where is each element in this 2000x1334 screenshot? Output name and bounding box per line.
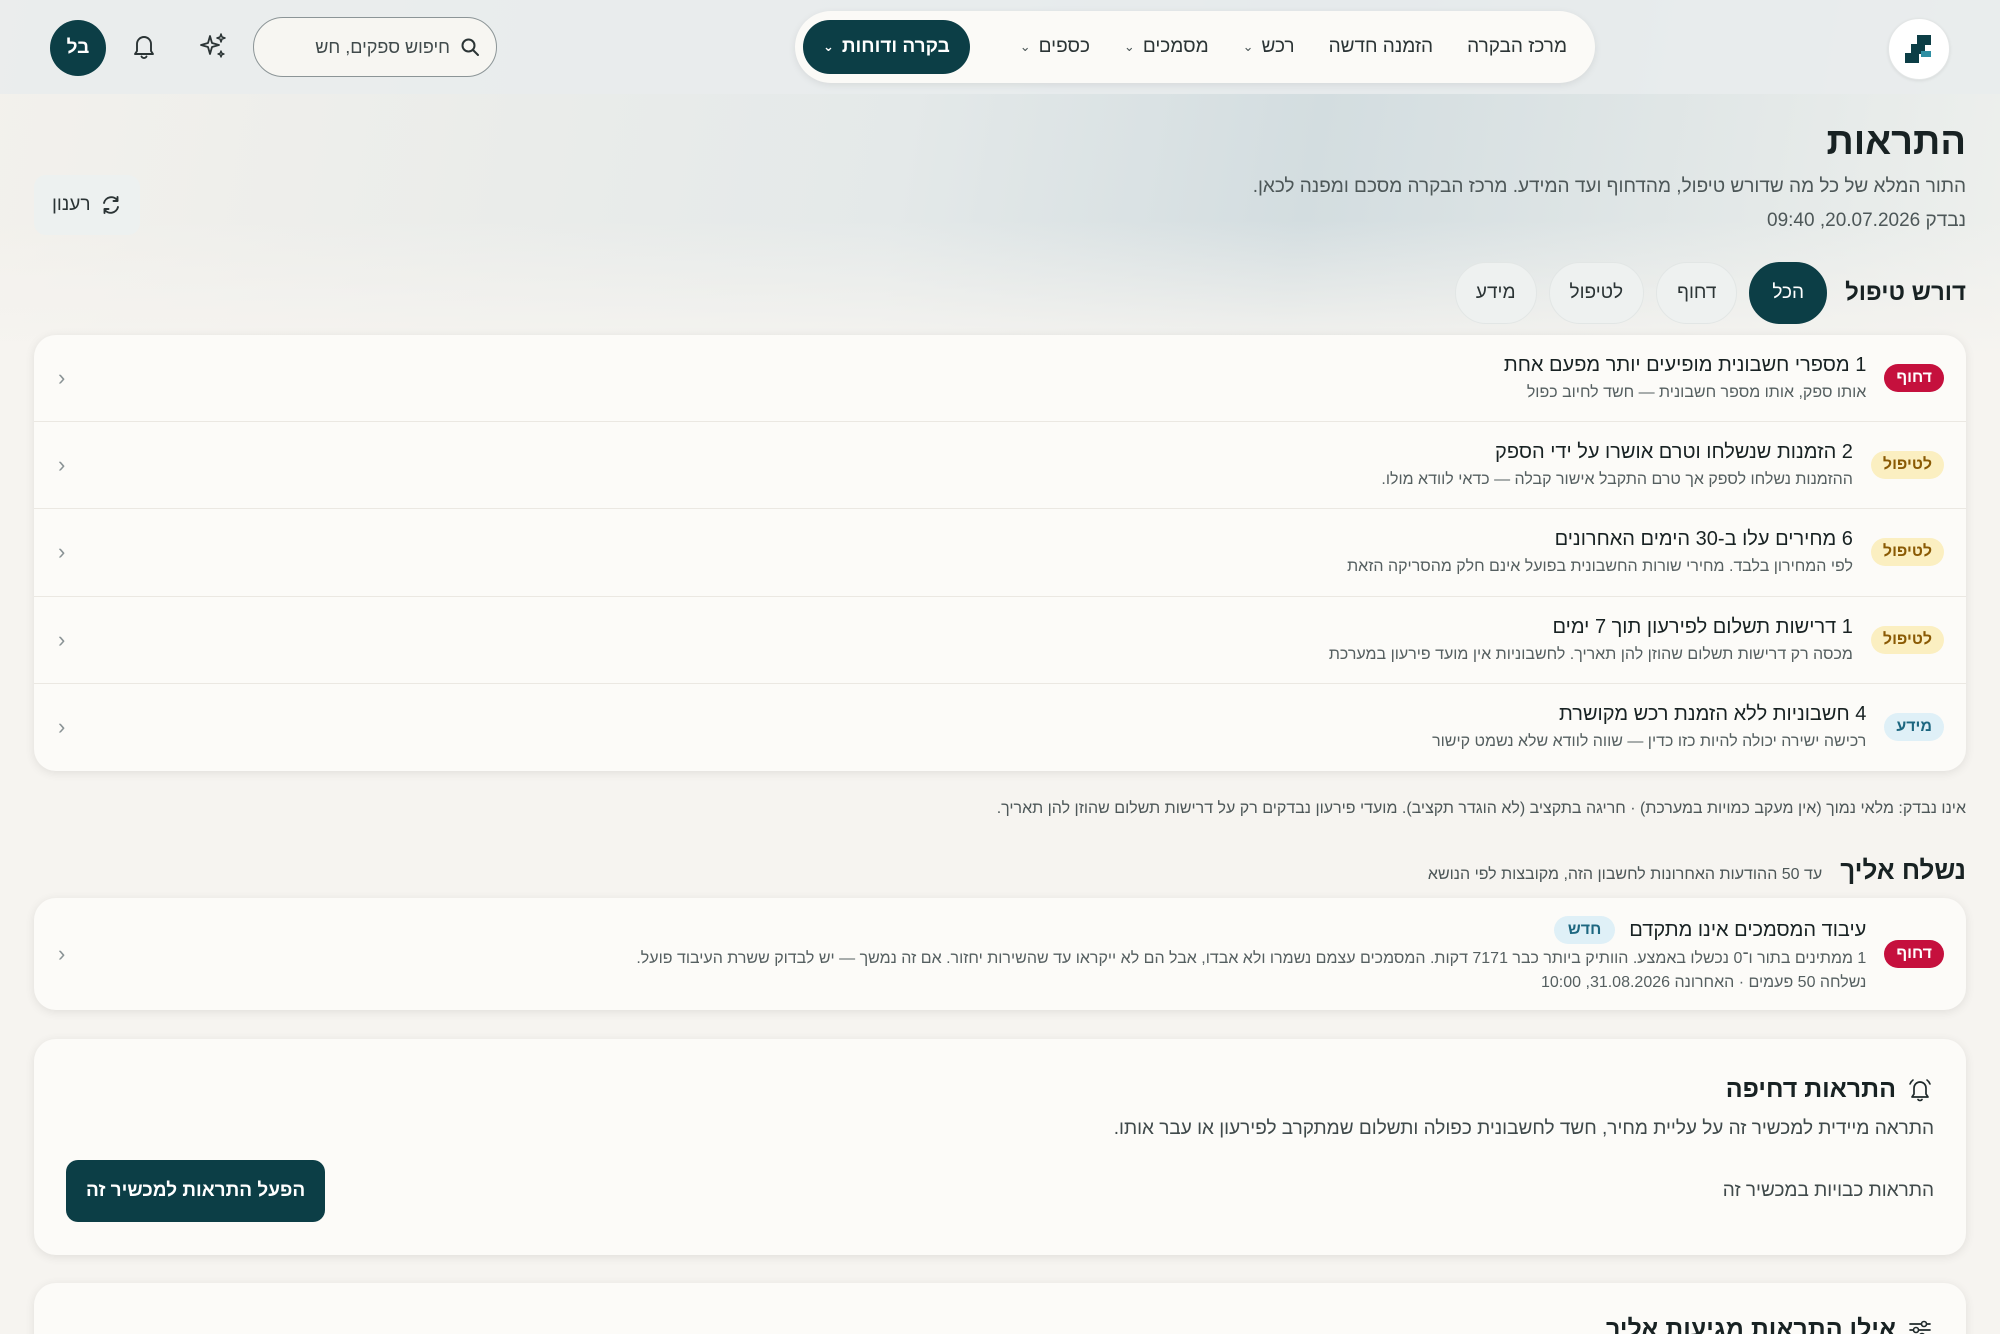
- severity-badge: דחוף: [1884, 364, 1944, 393]
- bell-icon: [134, 36, 154, 59]
- chevron-left-icon: ‹: [58, 539, 66, 565]
- ai-assistant-button[interactable]: [193, 26, 233, 66]
- alert-description: מכסה רק דרישות תשלום שהוזן להן תאריך. לח…: [1328, 645, 1853, 663]
- refresh-icon: [103, 196, 120, 214]
- not-checked-note: אינו נבדק: מלאי נמוך (אין מעקב כמויות במ…: [996, 800, 1966, 817]
- avatar-initials: בל: [66, 37, 90, 58]
- main-nav: מרכז הבקרה הזמנה חדשה רכש ⌄ מסמכים ⌄ כספ…: [795, 11, 1595, 83]
- filter-chip-info[interactable]: מידע: [1454, 262, 1537, 324]
- chip-label: דחוף: [1677, 282, 1717, 303]
- refresh-label: רענון: [52, 194, 91, 215]
- sent-item-meta: נשלחה 50 פעמים · האחרונה 31.08.2026, 10:…: [1541, 974, 1867, 991]
- filter-label: דורש טיפול: [1845, 279, 1966, 306]
- alert-description: לפי המחירון בלבד. מחירי שורות החשבונית ב…: [1347, 558, 1853, 576]
- sent-title: נשלח אליך: [1840, 855, 1966, 885]
- alert-row[interactable]: לטיפול 6 מחירים עלו ב-30 הימים האחרונים …: [34, 509, 1966, 597]
- alerts-list: דחוף 1 מספרי חשבונית מופיעים יותר מפעם א…: [34, 335, 1966, 771]
- nav-control-center[interactable]: מרכז הבקרה: [1451, 20, 1583, 74]
- sent-section-header: נשלח אליך עד 50 ההודעות האחרונות לחשבון …: [1428, 855, 1966, 886]
- chevron-down-icon: ⌄: [1242, 39, 1254, 54]
- alert-title: 6 מחירים עלו ב-30 הימים האחרונים: [1554, 528, 1853, 551]
- sent-item-description: 1 ממתינים בתור ו־0 נכשלו באמצע. הוותיק ב…: [636, 950, 1867, 967]
- severity-badge: לטיפול: [1870, 451, 1944, 480]
- sent-item[interactable]: דחוף עיבוד המסמכים אינו מתקדם חדש 1 ממתי…: [34, 898, 1966, 1010]
- bell-ring-icon: [1909, 1078, 1931, 1101]
- filter-chip-all[interactable]: הכל: [1749, 262, 1828, 324]
- alert-title: 4 חשבוניות ללא הזמנת רכש מקושרת: [1559, 703, 1867, 726]
- nav-label: מסמכים: [1142, 36, 1209, 57]
- nav-label: כספים: [1038, 36, 1090, 57]
- filter-chip-urgent[interactable]: דחוף: [1656, 262, 1738, 324]
- nav-label: רכש: [1261, 36, 1295, 57]
- page-subtitle: התור המלא של כל מה שדורש טיפול, מהדחוף ו…: [1252, 176, 1966, 197]
- severity-badge: דחוף: [1884, 940, 1944, 968]
- nav-label: בקרה ודוחות: [841, 36, 950, 57]
- alert-description: ההזמנות נשלחו לספק אך טרם התקבל אישור קב…: [1381, 471, 1853, 489]
- chip-label: הכל: [1772, 282, 1805, 303]
- new-badge: חדש: [1553, 916, 1616, 944]
- chip-label: לטיפול: [1569, 282, 1624, 303]
- search-box: [253, 17, 497, 77]
- alert-description: אותו ספק, אותו מספר חשבונית — חשד לחיוב …: [1526, 384, 1867, 402]
- alert-title: 2 הזמנות שנשלחו וטרם אושרו על ידי הספק: [1495, 441, 1853, 464]
- alert-title: 1 דרישות תשלום לפירעון תוך 7 ימים: [1552, 615, 1853, 638]
- alert-rules-card: אילו התראות מגיעות אליך: [34, 1283, 1966, 1334]
- severity-badge: לטיפול: [1870, 625, 1944, 654]
- sent-subtitle: עד 50 ההודעות האחרונות לחשבון הזה, מקובצ…: [1427, 866, 1823, 883]
- severity-badge: מידע: [1884, 713, 1944, 742]
- sent-item-title: עיבוד המסמכים אינו מתקדם: [1629, 918, 1867, 941]
- notifications-button[interactable]: [124, 26, 164, 66]
- app-logo[interactable]: [1888, 18, 1950, 80]
- nav-documents[interactable]: מסמכים ⌄: [1108, 20, 1225, 74]
- search-icon: [461, 38, 479, 56]
- push-title: התראות דחיפה: [1725, 1075, 1896, 1103]
- chevron-down-icon: ⌄: [1019, 39, 1031, 54]
- push-status: התראות כבויות במכשיר זה: [1722, 1180, 1934, 1201]
- push-description: התראה מיידית למכשיר זה על עליית מחיר, חש…: [1113, 1118, 1934, 1139]
- chevron-down-icon: ⌄: [1123, 39, 1135, 54]
- chip-label: מידע: [1475, 282, 1516, 303]
- refresh-button[interactable]: רענון: [34, 175, 141, 235]
- chevron-left-icon: ‹: [58, 365, 66, 391]
- top-bar: מרכז הבקרה הזמנה חדשה רכש ⌄ מסמכים ⌄ כספ…: [0, 0, 2000, 94]
- page-title: התראות: [1826, 121, 1966, 163]
- rules-title: אילו התראות מגיעות אליך: [1606, 1315, 1896, 1334]
- user-avatar[interactable]: בל: [50, 20, 106, 76]
- alert-row[interactable]: דחוף 1 מספרי חשבונית מופיעים יותר מפעם א…: [34, 335, 1966, 423]
- chevron-left-icon: ‹: [58, 941, 66, 966]
- alert-description: רכישה ישירה יכולה להיות כזו כדין — שווה …: [1432, 733, 1867, 751]
- enable-push-button[interactable]: הפעל התראות למכשיר זה: [66, 1160, 326, 1222]
- filter-bar: דורש טיפול הכל דחוף לטיפול מידע: [1454, 262, 1966, 324]
- chevron-down-icon: ⌄: [823, 39, 834, 54]
- nav-procurement[interactable]: רכש ⌄: [1227, 20, 1311, 74]
- sent-list: דחוף עיבוד המסמכים אינו מתקדם חדש 1 ממתי…: [34, 898, 1966, 1010]
- chevron-left-icon: ‹: [58, 626, 66, 652]
- logo-icon: [1905, 35, 1931, 63]
- nav-label: מרכז הבקרה: [1467, 36, 1567, 57]
- alert-row[interactable]: לטיפול 2 הזמנות שנשלחו וטרם אושרו על ידי…: [34, 422, 1966, 510]
- chevron-left-icon: ‹: [58, 714, 66, 740]
- alert-row[interactable]: לטיפול 1 דרישות תשלום לפירעון תוך 7 ימים…: [34, 597, 1966, 684]
- alert-title: 1 מספרי חשבונית מופיעים יותר מפעם אחת: [1503, 354, 1867, 377]
- severity-badge: לטיפול: [1870, 538, 1944, 567]
- nav-finance[interactable]: כספים ⌄: [1004, 20, 1106, 74]
- nav-new-order[interactable]: הזמנה חדשה: [1313, 20, 1450, 74]
- sliders-icon: [1909, 1320, 1931, 1334]
- enable-push-label: הפעל התראות למכשיר זה: [86, 1180, 306, 1201]
- filter-chip-handle[interactable]: לטיפול: [1548, 262, 1645, 324]
- chevron-left-icon: ‹: [58, 452, 66, 478]
- nav-label: הזמנה חדשה: [1328, 36, 1434, 57]
- search-input[interactable]: [300, 36, 450, 58]
- push-notifications-card: התראות דחיפה התראה מיידית למכשיר זה על ע…: [34, 1039, 1966, 1255]
- nav-control-reports[interactable]: בקרה ודוחות ⌄: [803, 20, 970, 74]
- last-checked: נבדק 20.07.2026, 09:40: [1767, 210, 1966, 231]
- alert-row[interactable]: מידע 4 חשבוניות ללא הזמנת רכש מקושרת רכי…: [34, 684, 1966, 771]
- sparkles-icon: [200, 33, 226, 58]
